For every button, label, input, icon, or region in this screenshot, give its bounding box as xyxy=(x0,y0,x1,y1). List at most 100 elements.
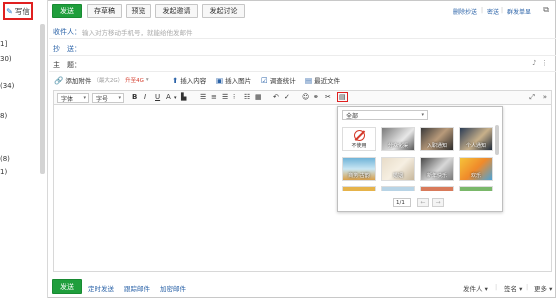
send-button[interactable]: 发送 xyxy=(52,4,82,18)
stationery-item-partial[interactable] xyxy=(381,186,415,191)
subject-row: 主 题： ♪ ⋮ xyxy=(49,56,556,72)
stationery-item[interactable]: 商务·古韵 xyxy=(342,157,376,181)
stationery-icon[interactable]: ▤ xyxy=(337,92,348,102)
insert-content-button[interactable]: ⬆ 插入内容 xyxy=(172,75,206,86)
send-button-bottom[interactable]: 发送 xyxy=(52,279,82,294)
numbered-list-icon[interactable]: ☷ xyxy=(244,93,250,101)
stationery-item[interactable]: 新年快乐 xyxy=(420,157,454,181)
stationery-panel: 全部 ▾ 不使用 分众化渠 入职通知 个人通知 商务·古韵 婚姻 新年快乐 欢乐… xyxy=(337,106,503,212)
format-brush-icon[interactable]: ✓ xyxy=(284,93,290,101)
emoji-icon[interactable]: ☺ xyxy=(302,93,309,101)
sender-label: 发件人 xyxy=(463,285,483,293)
stationery-item-partial[interactable] xyxy=(342,186,376,191)
start-discussion-button[interactable]: 发起讨论 xyxy=(202,4,245,18)
table-icon[interactable]: ▦ xyxy=(255,93,262,101)
fullscreen-icon[interactable]: ⤢ xyxy=(529,93,535,102)
sender-select[interactable]: 发件人 ▾ xyxy=(463,283,488,293)
separator: | xyxy=(495,283,498,291)
folder-count[interactable]: 1) xyxy=(0,168,7,176)
delete-cc-link[interactable]: 删除抄送 xyxy=(453,7,477,16)
font-family-select[interactable]: 字体 ▾ xyxy=(57,93,89,103)
stationery-item-partial[interactable] xyxy=(420,186,454,191)
align-center-icon[interactable]: ≡ xyxy=(211,93,217,101)
stationery-scrollbar[interactable] xyxy=(495,125,499,155)
insert-image-button[interactable]: ▣ 插入图片 xyxy=(216,75,252,86)
stationery-caption: 入职通知 xyxy=(426,143,447,149)
stationery-item-partial[interactable] xyxy=(459,186,493,191)
link-icon[interactable]: ⚭ xyxy=(313,93,319,101)
chevron-down-icon: ▾ xyxy=(549,285,553,293)
font-size-select[interactable]: 字号 ▾ xyxy=(92,93,124,103)
cc-label[interactable]: 抄 送： xyxy=(53,44,81,54)
start-invite-button[interactable]: 发起邀请 xyxy=(155,4,198,18)
separator: | xyxy=(501,7,504,14)
bullet-list-icon[interactable]: ⁝ xyxy=(233,93,235,101)
stationery-item[interactable]: 婚姻 xyxy=(381,157,415,181)
subject-tools[interactable]: ♪ ⋮ xyxy=(532,59,548,67)
signature-select[interactable]: 签名 ▾ xyxy=(504,283,522,293)
highlight-icon[interactable]: ▙ xyxy=(181,93,186,101)
next-page-icon[interactable]: → xyxy=(432,198,444,207)
stationery-item[interactable]: 欢乐 xyxy=(459,157,493,181)
chevron-down-icon: ▾ xyxy=(118,95,121,101)
popout-icon[interactable]: ⧉ xyxy=(543,5,549,15)
max-size-hint: （最大2G） xyxy=(93,78,124,84)
stationery-item[interactable]: 个人通知 xyxy=(459,127,493,151)
chevron-down-icon[interactable]: ▾ xyxy=(146,77,149,83)
insert-content-icon: ⬆ xyxy=(172,75,179,85)
encrypt-mail-link[interactable]: 加密邮件 xyxy=(160,283,186,293)
stationery-item[interactable]: 入职通知 xyxy=(420,127,454,151)
upgrade-link[interactable]: 升至4G xyxy=(125,76,144,84)
scissors-icon[interactable]: ✂ xyxy=(325,93,331,101)
undo-icon[interactable]: ↶ xyxy=(273,93,279,101)
editor-toolbar: 字体 ▾ 字号 ▾ B I U A ▾ ▙ ☰ ≡ ☰ ⁝ ☷ ▦ ↶ ✓ ☺ ⚭ … xyxy=(53,90,552,105)
collapse-icon[interactable]: » xyxy=(543,93,547,101)
survey-button[interactable]: ☑ 调查统计 xyxy=(261,75,296,86)
align-right-icon[interactable]: ☰ xyxy=(222,93,228,101)
to-label[interactable]: 收件人： xyxy=(53,27,81,37)
align-left-icon[interactable]: ☰ xyxy=(200,93,206,101)
chevron-down-icon: ▾ xyxy=(421,112,424,118)
sidebar-scrollbar[interactable] xyxy=(40,24,45,174)
stationery-none[interactable]: 不使用 xyxy=(342,127,376,151)
folder-count[interactable]: 1] xyxy=(0,40,7,48)
more-select[interactable]: 更多 ▾ xyxy=(534,283,552,293)
bold-icon[interactable]: B xyxy=(132,93,137,101)
prev-page-icon[interactable]: ← xyxy=(417,198,429,207)
compose-button[interactable]: ✎ 写信 xyxy=(3,2,33,20)
bcc-link[interactable]: 密送 xyxy=(487,7,499,16)
to-input[interactable]: 输入对方移动手机号，就能给他发邮件 xyxy=(82,27,193,37)
paperclip-icon: 🔗 xyxy=(54,75,64,85)
scheduled-send-link[interactable]: 定时发送 xyxy=(88,283,114,293)
stationery-caption: 不使用 xyxy=(351,143,367,149)
stationery-caption: 新年快乐 xyxy=(426,173,447,179)
signature-label: 签名 xyxy=(504,285,517,293)
folder-icon: ▤ xyxy=(305,75,313,85)
preview-button[interactable]: 预览 xyxy=(126,4,151,18)
folder-count[interactable]: 8) xyxy=(0,112,7,120)
group-send-link[interactable]: 群发单显 xyxy=(507,7,531,16)
left-sidebar: ✎ 写信 1] 30) (34) 8) (8) 1) xyxy=(0,0,48,298)
cc-row: 抄 送： xyxy=(49,40,556,56)
underline-icon[interactable]: U xyxy=(155,93,160,101)
page-select[interactable]: 1/1 xyxy=(393,198,411,207)
save-draft-button[interactable]: 存草稿 xyxy=(87,4,122,18)
folder-count[interactable]: (34) xyxy=(0,82,14,90)
separator: | xyxy=(481,7,484,14)
insert-image-label: 插入图片 xyxy=(225,77,252,85)
track-mail-link[interactable]: 跟踪邮件 xyxy=(124,283,150,293)
italic-icon[interactable]: I xyxy=(144,93,146,101)
font-color-icon[interactable]: A xyxy=(166,93,171,101)
folder-count[interactable]: (8) xyxy=(0,155,10,163)
chevron-down-icon[interactable]: ▾ xyxy=(174,95,177,101)
microphone-icon[interactable]: ♪ xyxy=(532,59,536,67)
stationery-caption: 欢乐 xyxy=(470,173,481,179)
chevron-down-icon: ▾ xyxy=(484,285,488,293)
more-icon[interactable]: ⋮ xyxy=(541,59,548,67)
stationery-item[interactable]: 分众化渠 xyxy=(381,127,415,151)
folder-count[interactable]: 30) xyxy=(0,55,12,63)
stationery-category-select[interactable]: 全部 ▾ xyxy=(342,110,428,120)
recent-files-button[interactable]: ▤ 最近文件 xyxy=(305,75,340,86)
add-attachment-button[interactable]: 🔗 添加附件 （最大2G） 升至4G ▾ xyxy=(54,75,149,86)
add-attachment-label: 添加附件 xyxy=(65,77,92,85)
